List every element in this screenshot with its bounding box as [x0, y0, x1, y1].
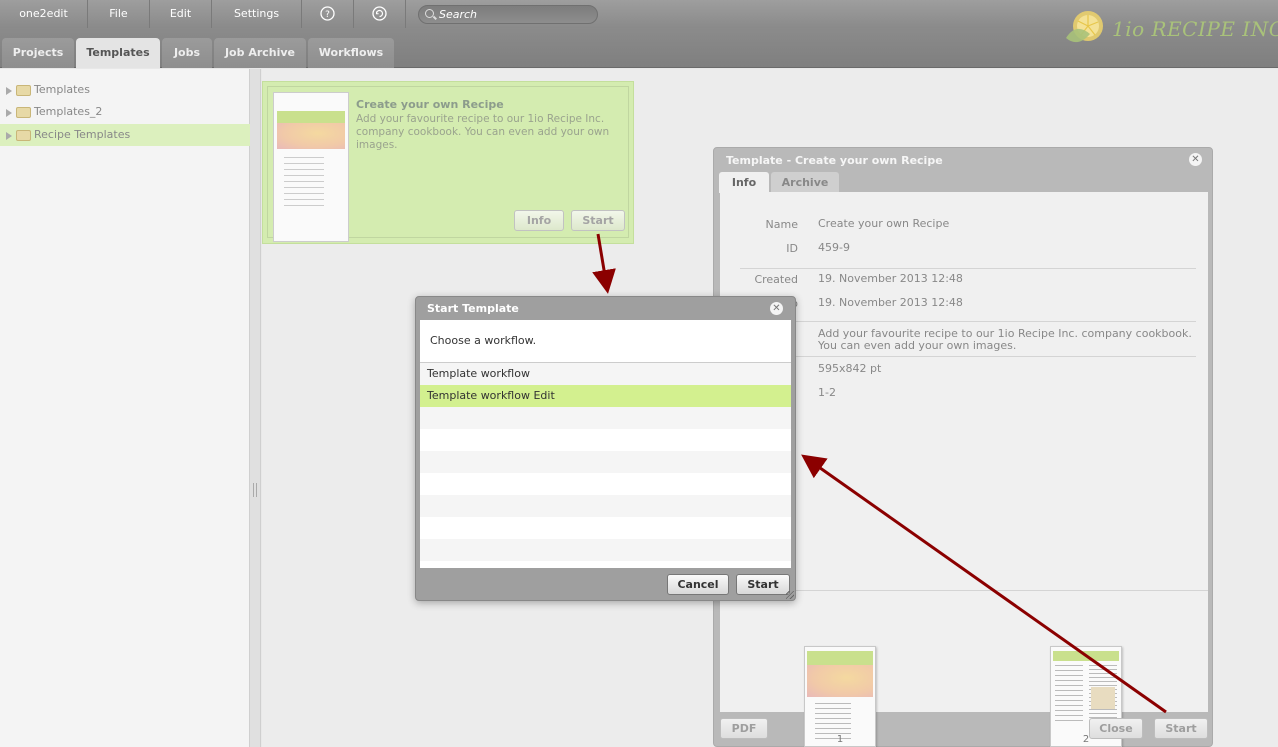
start-dialog-body: Choose a workflow. Template workflow Tem… [420, 320, 791, 568]
close-icon[interactable]: ✕ [770, 302, 783, 315]
page-preview-1[interactable]: 1 [804, 646, 876, 747]
workflow-prompt: Choose a workflow. [430, 334, 537, 347]
template-card-title: Create your own Recipe [356, 98, 504, 111]
empty-list-row [420, 539, 791, 561]
info-label: Created [754, 273, 798, 286]
empty-list-row [420, 495, 791, 517]
workflow-item[interactable]: Template workflow [420, 363, 791, 385]
template-folder-tree: Templates Templates_2 Recipe Templates [0, 69, 250, 747]
tree-item-recipe-templates[interactable]: Recipe Templates [0, 124, 250, 146]
search-icon [425, 9, 434, 18]
splitter-grip[interactable] [253, 483, 257, 497]
tree-item-label: Templates [34, 83, 90, 96]
info-start-button[interactable]: Start [1154, 718, 1208, 739]
tab-info[interactable]: Info [719, 172, 769, 193]
tab-projects[interactable]: Projects [2, 38, 74, 68]
tab-job-archive[interactable]: Job Archive [214, 38, 306, 68]
company-logo: 1io RECIPE INC. [1062, 8, 1278, 54]
workflow-list: Template workflow Template workflow Edit [420, 362, 791, 568]
tree-item-label: Templates_2 [34, 105, 103, 118]
app-name-menu[interactable]: one2edit [0, 0, 88, 28]
folder-icon [16, 107, 31, 118]
info-value: 19. November 2013 12:48 [818, 296, 963, 309]
panel-splitter[interactable] [250, 69, 261, 747]
folder-icon [16, 130, 31, 141]
page-header-band [1053, 651, 1119, 661]
thumbnail-image [277, 123, 345, 149]
info-value: 595x842 pt [818, 362, 882, 375]
tab-workflows[interactable]: Workflows [308, 38, 394, 68]
tree-item-templates-2[interactable]: Templates_2 [0, 101, 250, 123]
tab-jobs[interactable]: Jobs [162, 38, 212, 68]
info-value: 19. November 2013 12:48 [818, 272, 963, 285]
template-card[interactable]: Create your own Recipe Add your favourit… [262, 81, 634, 244]
question-circle-icon[interactable]: ? [302, 0, 354, 28]
template-info-button[interactable]: Info [514, 210, 564, 231]
cancel-button[interactable]: Cancel [667, 574, 729, 595]
refresh-icon[interactable] [354, 0, 406, 28]
divider [740, 356, 1196, 357]
thumbnail-text-lines [284, 157, 324, 207]
page-text-lines [1055, 665, 1083, 725]
empty-list-row [420, 429, 791, 451]
expand-arrow-icon[interactable] [6, 132, 12, 140]
lemon-icon [1066, 11, 1103, 43]
workflow-item-selected[interactable]: Template workflow Edit [420, 385, 791, 407]
edit-menu[interactable]: Edit [150, 0, 212, 28]
info-value: 1-2 [818, 386, 836, 399]
info-dialog-title: Template - Create your own Recipe [726, 154, 943, 167]
logo-text: 1io RECIPE INC. [1112, 17, 1278, 41]
page-image [1091, 687, 1115, 709]
info-value: 459-9 [818, 241, 850, 254]
empty-list-row [420, 451, 791, 473]
close-icon[interactable]: ✕ [1189, 153, 1202, 166]
info-value: Add your favourite recipe to our 1io Rec… [818, 327, 1192, 352]
info-label: ID [786, 242, 798, 255]
empty-list-row [420, 473, 791, 495]
divider [740, 268, 1196, 269]
svg-text:?: ? [325, 10, 330, 20]
template-card-inner: Create your own Recipe Add your favourit… [267, 86, 629, 242]
template-thumbnail [273, 92, 349, 242]
template-start-button[interactable]: Start [571, 210, 625, 231]
tree-item-label: Recipe Templates [34, 128, 131, 141]
empty-list-row [420, 407, 791, 429]
settings-menu[interactable]: Settings [212, 0, 302, 28]
divider [740, 321, 1196, 322]
page-image [807, 665, 873, 697]
folder-icon [16, 85, 31, 96]
close-button[interactable]: Close [1089, 718, 1143, 739]
search-input[interactable]: Search [418, 5, 598, 24]
info-label: Name [765, 218, 798, 231]
info-value: Create your own Recipe [818, 217, 950, 230]
page-number: 1 [836, 734, 844, 745]
file-menu[interactable]: File [88, 0, 150, 28]
page-header-band [807, 651, 873, 665]
tab-templates[interactable]: Templates [76, 38, 160, 68]
search-placeholder: Search [439, 8, 478, 21]
tree-item-templates[interactable]: Templates [0, 79, 250, 101]
start-template-dialog: Start Template ✕ Choose a workflow. Temp… [415, 296, 796, 601]
start-workflow-button[interactable]: Start [736, 574, 790, 595]
resize-grip[interactable] [786, 591, 794, 599]
tab-archive[interactable]: Archive [771, 172, 839, 193]
expand-arrow-icon[interactable] [6, 109, 12, 117]
pdf-button[interactable]: PDF [720, 718, 768, 739]
expand-arrow-icon[interactable] [6, 87, 12, 95]
start-dialog-title: Start Template [427, 302, 519, 315]
empty-list-row [420, 517, 791, 539]
template-card-description: Add your favourite recipe to our 1io Rec… [356, 113, 610, 151]
thumbnail-header [277, 111, 345, 123]
